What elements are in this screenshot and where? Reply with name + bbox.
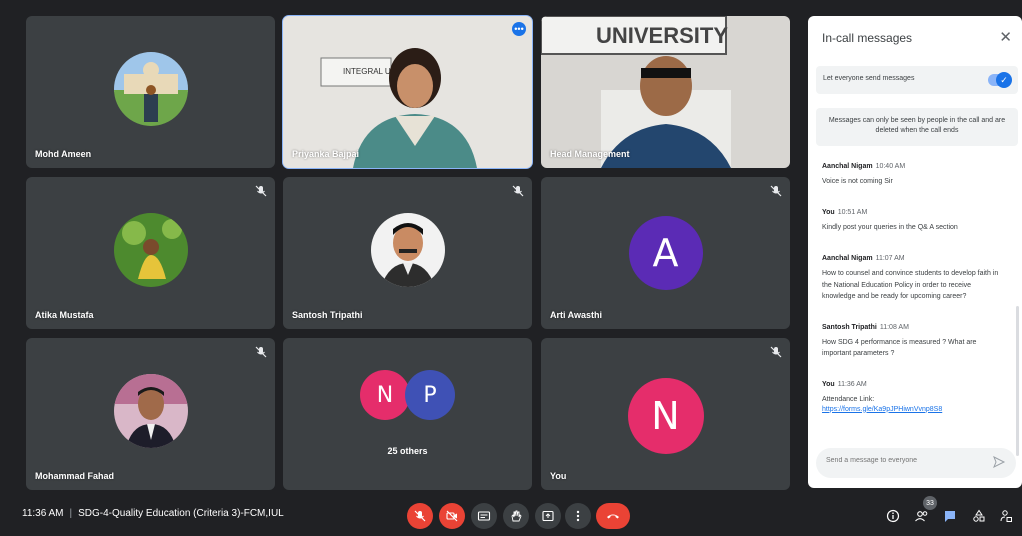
- avatar-initial: N: [627, 378, 704, 454]
- camera-off-icon: [446, 510, 458, 522]
- avatar-initial: P: [405, 370, 455, 420]
- sign-text: UNIVERSITY: [596, 23, 728, 48]
- participant-tile[interactable]: UNIVERSITY Head Management: [541, 16, 790, 168]
- present-icon: [542, 510, 554, 522]
- participant-name: You: [550, 471, 567, 481]
- video-feed: UNIVERSITY: [541, 16, 790, 168]
- more-options-button[interactable]: [565, 503, 591, 529]
- shapes-icon: [973, 509, 985, 522]
- avatar: [113, 374, 188, 448]
- hang-up-icon: [607, 514, 619, 519]
- privacy-notice: Messages can only be seen by people in t…: [816, 108, 1018, 146]
- lock-person-icon: [1000, 510, 1012, 522]
- message: You 10:51 AM Kindly post your queries in …: [822, 201, 1002, 233]
- message: Aanchal Nigam 11:07 AM How to counsel and…: [822, 247, 1002, 302]
- others-tile[interactable]: N P 25 others: [283, 338, 532, 490]
- host-controls-button[interactable]: [997, 507, 1015, 525]
- allow-messages-toggle[interactable]: ✓: [988, 72, 1012, 88]
- participant-tile[interactable]: Santosh Tripathi: [283, 177, 532, 329]
- participant-name: Santosh Tripathi: [292, 310, 363, 320]
- message-text: Attendance Link:: [822, 396, 875, 404]
- chat-icon: [945, 511, 955, 522]
- participant-name: Mohammad Fahad: [35, 471, 115, 481]
- mic-off-icon: [770, 185, 782, 197]
- message-sender: Santosh Tripathi: [822, 323, 877, 331]
- chat-panel: In-call messages ✕ Let everyone send mes…: [808, 16, 1022, 488]
- message-time: 10:40 AM: [875, 163, 906, 170]
- people-icon: [915, 511, 928, 522]
- check-icon: ✓: [996, 72, 1012, 88]
- mic-off-icon: [255, 346, 267, 358]
- participant-tile[interactable]: Atika Mustafa: [26, 177, 275, 329]
- send-icon[interactable]: [992, 455, 1006, 469]
- message-text: Voice is not coming Sir: [822, 178, 893, 185]
- message-list: Aanchal Nigam 10:40 AM Voice is not comin…: [822, 155, 1002, 427]
- message-sender: Aanchal Nigam: [822, 163, 873, 170]
- close-icon[interactable]: ✕: [999, 28, 1012, 46]
- avatar: [113, 52, 188, 126]
- message-composer: [816, 448, 1016, 478]
- meeting-title: SDG-4-Quality Education (Criteria 3)-FCM…: [78, 508, 284, 519]
- others-count: 25 others: [387, 446, 428, 456]
- avatar: [370, 213, 445, 287]
- mic-off-icon: [770, 346, 782, 358]
- avatar-initial: A: [628, 216, 703, 290]
- message-text: How SDG 4 performance is measured ? What…: [822, 338, 977, 358]
- info-icon: [886, 509, 900, 523]
- people-button[interactable]: [913, 507, 931, 525]
- divider: |: [69, 508, 73, 519]
- message-time: 11:36 AM: [837, 381, 867, 389]
- allow-messages-row: Let everyone send messages ✓: [816, 66, 1018, 94]
- present-button[interactable]: [535, 503, 561, 529]
- participant-name: Mohd Ameen: [35, 149, 92, 159]
- avatar-initial: N: [360, 370, 410, 420]
- participant-name: Arti Awasthi: [550, 310, 603, 320]
- message-time: 11:07 AM: [875, 255, 905, 263]
- more-vert-icon: [576, 510, 580, 522]
- participant-name: Atika Mustafa: [35, 310, 94, 320]
- camera-toggle-button[interactable]: [439, 503, 465, 529]
- message-input[interactable]: [826, 457, 986, 464]
- message-sender: You: [822, 209, 835, 217]
- activities-button[interactable]: [970, 507, 988, 525]
- clock: 11:36 AM: [22, 508, 64, 519]
- mic-off-icon: [414, 510, 426, 522]
- attendance-link[interactable]: https://forms.gle/Ka9pJPHiwnVvnp8S8: [822, 406, 1002, 413]
- chat-button[interactable]: [941, 507, 959, 525]
- mic-off-icon: [255, 185, 267, 197]
- panel-title: In-call messages: [822, 31, 913, 45]
- participant-name: Priyanka Bajpai: [292, 149, 360, 159]
- avatar: [113, 213, 188, 287]
- participant-tile[interactable]: A Arti Awasthi: [541, 177, 790, 329]
- scrollbar[interactable]: [1016, 306, 1019, 456]
- leave-call-button[interactable]: [596, 503, 630, 529]
- mic-off-icon: [512, 185, 524, 197]
- meeting-details-button[interactable]: [884, 507, 902, 525]
- hand-icon: [511, 510, 522, 522]
- message-time: 11:08 AM: [879, 323, 909, 331]
- mic-toggle-button[interactable]: [407, 503, 433, 529]
- captions-icon: [477, 511, 491, 521]
- participant-tile[interactable]: Mohammad Fahad: [26, 338, 275, 490]
- control-bar: 11:36 AM | SDG-4-Quality Education (Criter…: [0, 496, 1022, 536]
- message-text: How to counsel and convince students to …: [822, 270, 999, 300]
- participant-grid: Mohd Ameen INTEGRAL UNIVERSITY ••• Priya…: [26, 15, 790, 490]
- message-sender: Aanchal Nigam: [822, 255, 873, 263]
- participant-tile-active[interactable]: INTEGRAL UNIVERSITY ••• Priyanka Bajpai: [282, 15, 533, 169]
- raise-hand-button[interactable]: [503, 503, 529, 529]
- message: Santosh Tripathi 11:08 AM How SDG 4 perfo…: [822, 316, 1002, 359]
- message-time: 10:51 AM: [837, 209, 868, 217]
- video-feed: INTEGRAL UNIVERSITY: [283, 16, 532, 168]
- toggle-label: Let everyone send messages: [823, 75, 915, 82]
- message-text: Kindly post your queries in the Q& A sec…: [822, 224, 958, 232]
- more-options-icon[interactable]: •••: [512, 22, 526, 36]
- participant-tile[interactable]: Mohd Ameen: [26, 16, 275, 168]
- message: Aanchal Nigam 10:40 AM Voice is not comin…: [822, 155, 1002, 187]
- participant-tile-self[interactable]: N You: [541, 338, 790, 490]
- captions-button[interactable]: [471, 503, 497, 529]
- message-sender: You: [822, 381, 835, 389]
- message: You 11:36 AM Attendance Link: https://for…: [822, 373, 1002, 412]
- participant-name: Head Management: [550, 149, 630, 159]
- meeting-info: 11:36 AM | SDG-4-Quality Education (Criter…: [22, 508, 284, 519]
